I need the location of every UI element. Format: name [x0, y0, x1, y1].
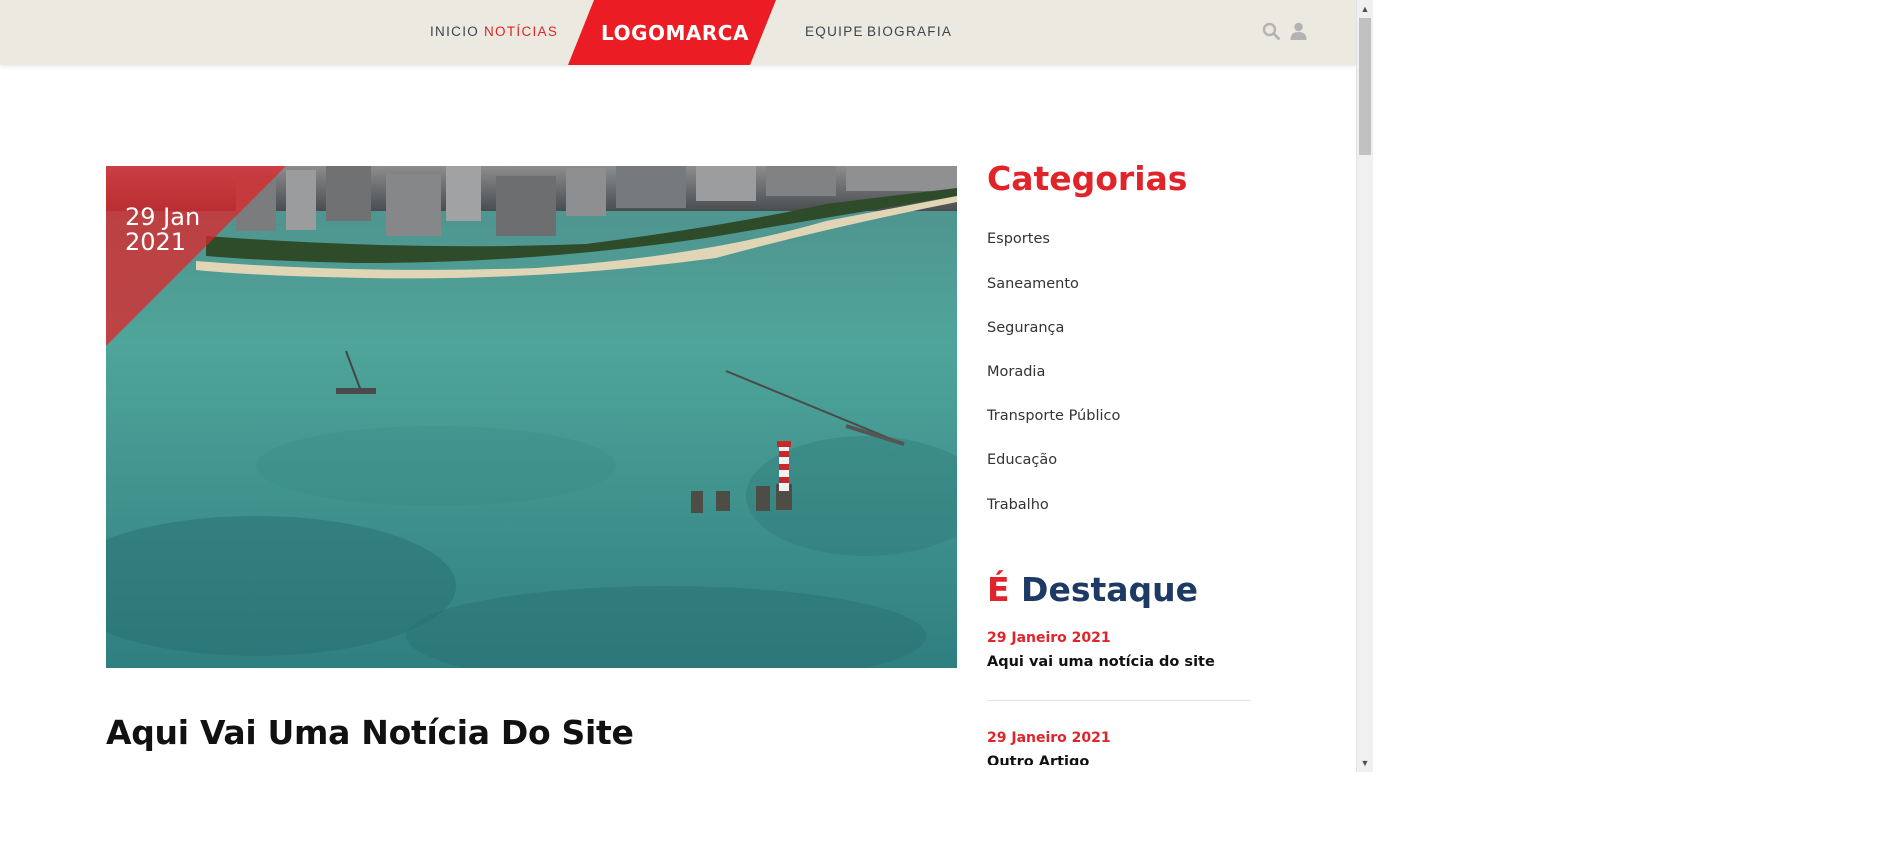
featured-divider [987, 700, 1251, 701]
article-title: Aqui Vai Uma Notícia Do Site [106, 713, 634, 752]
search-icon[interactable] [1262, 22, 1280, 45]
category-link-moradia[interactable]: Moradia [987, 364, 1045, 380]
scrollbar-thumb[interactable] [1359, 18, 1371, 155]
nav-link-equipe[interactable]: EQUIPE [805, 24, 864, 39]
featured-heading-accent: É [987, 570, 1010, 609]
vertical-scrollbar[interactable]: ▲ ▼ [1356, 0, 1373, 772]
scroll-up-arrow-icon[interactable]: ▲ [1357, 1, 1373, 17]
featured-post-title[interactable]: Aqui vai uma notícia do site [987, 654, 1215, 670]
featured-heading: É Destaque [987, 570, 1198, 609]
page-viewport: INICIO NOTÍCIAS LOGOMARCA EQUIPE BIOGRAF… [0, 0, 1356, 765]
featured-post-date: 29 Janeiro 2021 [987, 730, 1111, 746]
category-link-esportes[interactable]: Esportes [987, 231, 1050, 247]
nav-link-inicio[interactable]: INICIO [430, 24, 479, 39]
categories-heading: Categorias [987, 159, 1188, 198]
category-link-seguranca[interactable]: Segurança [987, 320, 1064, 336]
site-logo[interactable]: LOGOMARCA [568, 0, 776, 65]
scroll-down-arrow-icon[interactable]: ▼ [1357, 755, 1373, 771]
article-hero-image [106, 166, 957, 668]
logo-text: LOGOMARCA [601, 20, 749, 45]
article-date-day-month: 29 Jan [125, 203, 201, 231]
article-date-year: 2021 [125, 228, 187, 256]
hero-photo [106, 166, 957, 668]
featured-post-title[interactable]: Outro Artigo [987, 754, 1089, 765]
category-link-transporte-publico[interactable]: Transporte Público [987, 408, 1120, 424]
user-icon[interactable] [1290, 22, 1307, 45]
category-link-educacao[interactable]: Educação [987, 452, 1057, 468]
featured-heading-text: Destaque [1021, 570, 1199, 609]
nav-link-noticias[interactable]: NOTÍCIAS [484, 24, 558, 39]
featured-post-date: 29 Janeiro 2021 [987, 630, 1111, 646]
category-link-saneamento[interactable]: Saneamento [987, 276, 1079, 292]
site-header: INICIO NOTÍCIAS LOGOMARCA EQUIPE BIOGRAF… [0, 0, 1356, 65]
category-link-trabalho[interactable]: Trabalho [987, 497, 1049, 513]
nav-link-biografia[interactable]: BIOGRAFIA [867, 24, 952, 39]
article-date-badge: 29 Jan 2021 [125, 205, 200, 255]
